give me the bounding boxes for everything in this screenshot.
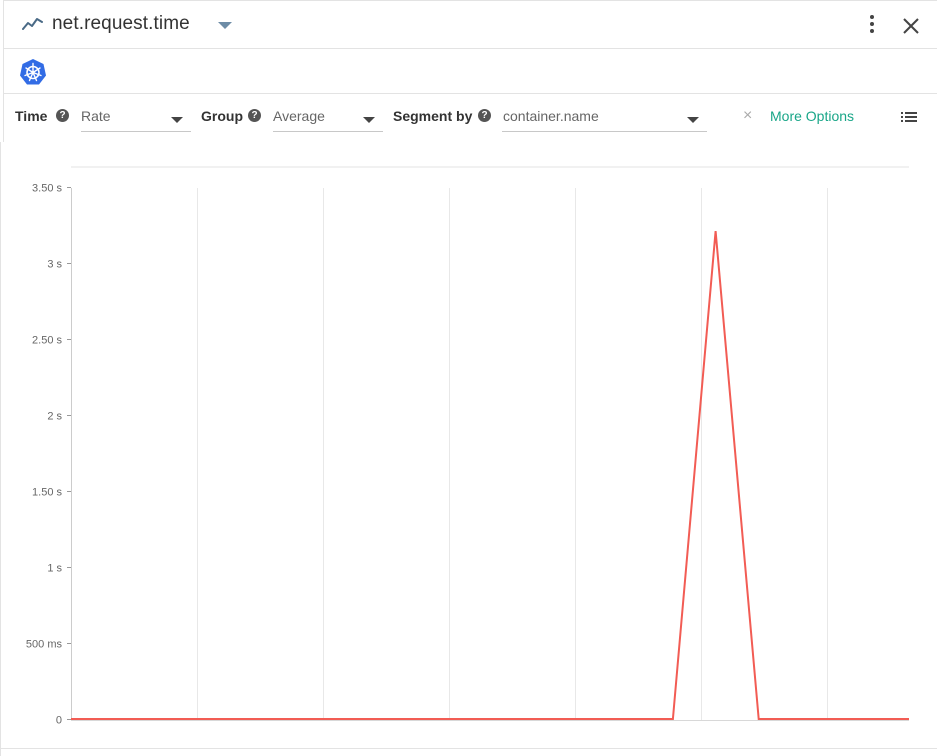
metric-title: net.request.time bbox=[52, 13, 190, 34]
more-options-link[interactable]: More Options bbox=[770, 108, 854, 124]
title-dropdown-caret-icon[interactable] bbox=[218, 22, 232, 29]
chevron-down-icon bbox=[687, 117, 699, 123]
y-tick-label: 3.50 s bbox=[32, 183, 62, 195]
clear-segment-icon[interactable]: × bbox=[743, 107, 752, 125]
panel-bottom-divider bbox=[0, 748, 937, 749]
close-icon[interactable] bbox=[900, 15, 922, 37]
chevron-down-icon bbox=[363, 117, 375, 123]
chevron-down-icon bbox=[171, 117, 183, 123]
y-tick-label: 3 s bbox=[47, 259, 62, 271]
time-help-icon[interactable]: ? bbox=[56, 109, 69, 122]
y-tick-label: 2.50 s bbox=[32, 335, 62, 347]
y-tick-label: 0 bbox=[56, 715, 62, 727]
legend-list-icon[interactable] bbox=[901, 111, 917, 123]
panel-header: net.request.time bbox=[3, 0, 937, 49]
segment-select[interactable]: container.name bbox=[502, 102, 707, 132]
y-tick-label: 1 s bbox=[47, 563, 62, 575]
y-tick-label: 1.50 s bbox=[32, 487, 62, 499]
group-help-icon[interactable]: ? bbox=[248, 109, 261, 122]
segment-select-value: container.name bbox=[503, 108, 599, 124]
time-select-value: Rate bbox=[81, 108, 111, 124]
line-chart-icon bbox=[22, 18, 43, 30]
group-label: Group bbox=[201, 108, 243, 124]
segment-label: Segment by bbox=[393, 108, 473, 124]
y-tick-label: 500 ms bbox=[26, 639, 63, 651]
y-tick-label: 2 s bbox=[47, 411, 62, 423]
series-line bbox=[71, 231, 909, 720]
line-chart[interactable]: 0 500 ms 1 s 1.50 s 2 s 2.50 s 3 s 3.50 s bbox=[1, 142, 937, 748]
time-select[interactable]: Rate bbox=[81, 102, 191, 132]
kebab-menu-icon[interactable] bbox=[862, 15, 882, 37]
time-label: Time bbox=[15, 108, 48, 124]
group-select-value: Average bbox=[273, 108, 325, 124]
query-controls: Time ? Rate Group ? Average Segment by ?… bbox=[3, 94, 937, 142]
segment-help-icon[interactable]: ? bbox=[478, 109, 491, 122]
kubernetes-icon[interactable] bbox=[19, 58, 47, 86]
source-strip bbox=[3, 49, 937, 94]
chart-area: 0 500 ms 1 s 1.50 s 2 s 2.50 s 3 s 3.50 s bbox=[0, 142, 937, 756]
group-select[interactable]: Average bbox=[273, 102, 383, 132]
metric-panel: net.request.time Time ? Rate Group ? Ave… bbox=[0, 0, 937, 756]
